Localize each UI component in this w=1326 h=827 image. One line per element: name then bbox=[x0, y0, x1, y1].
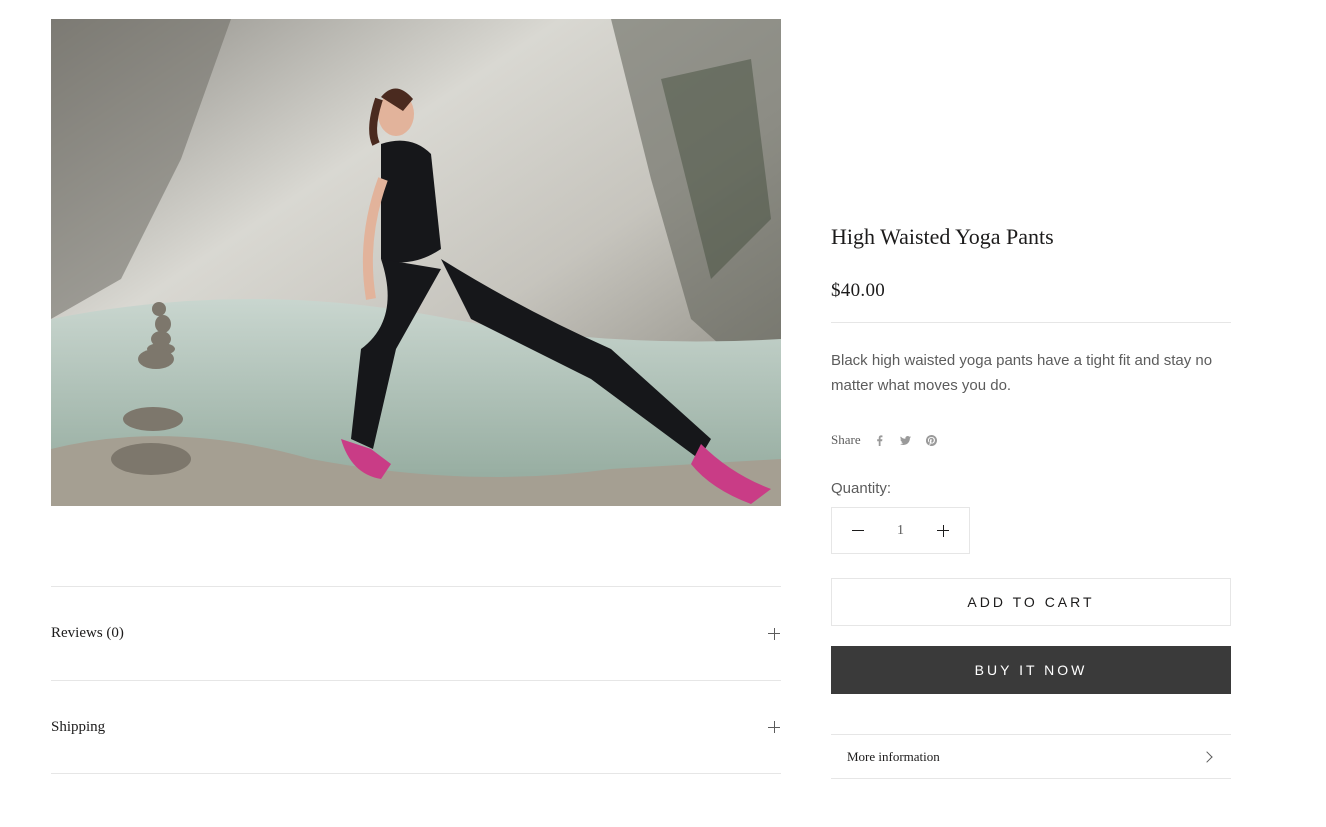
share-label: Share bbox=[831, 432, 861, 447]
increase-quantity-button[interactable] bbox=[937, 524, 949, 537]
decrease-quantity-button[interactable] bbox=[852, 525, 864, 537]
more-information-label: More information bbox=[847, 748, 940, 764]
product-title: High Waisted Yoga Pants bbox=[831, 224, 1054, 249]
shipping-accordion[interactable]: Shipping bbox=[51, 680, 781, 774]
pinterest-icon[interactable] bbox=[925, 433, 939, 447]
product-description: Black high waisted yoga pants have a tig… bbox=[831, 352, 1213, 394]
product-image[interactable] bbox=[51, 19, 781, 506]
product-price: $40.00 bbox=[831, 280, 886, 301]
more-information-link[interactable]: More information bbox=[831, 734, 1231, 779]
plus-icon[interactable] bbox=[768, 721, 780, 733]
reviews-label: Reviews (0) bbox=[51, 625, 124, 641]
plus-icon[interactable] bbox=[768, 627, 780, 640]
quantity-stepper bbox=[831, 507, 970, 554]
twitter-icon[interactable] bbox=[899, 433, 913, 447]
product-info: High Waisted Yoga Pants $40.00 Black hig… bbox=[831, 218, 1231, 779]
reviews-accordion[interactable]: Reviews (0) bbox=[51, 586, 781, 680]
add-to-cart-button[interactable]: ADD TO CART bbox=[831, 578, 1231, 626]
divider bbox=[831, 322, 1231, 323]
quantity-label: Quantity: bbox=[831, 480, 892, 497]
buy-now-button[interactable]: BUY IT NOW bbox=[831, 646, 1231, 694]
share-row: Share bbox=[831, 432, 1231, 448]
chevron-right-icon bbox=[1201, 750, 1213, 763]
quantity-input[interactable] bbox=[880, 521, 921, 540]
product-accordions: Reviews (0) Shipping bbox=[51, 586, 781, 774]
shipping-label: Shipping bbox=[51, 718, 106, 735]
product-photo-illustration bbox=[51, 19, 781, 506]
facebook-icon[interactable] bbox=[873, 433, 887, 447]
